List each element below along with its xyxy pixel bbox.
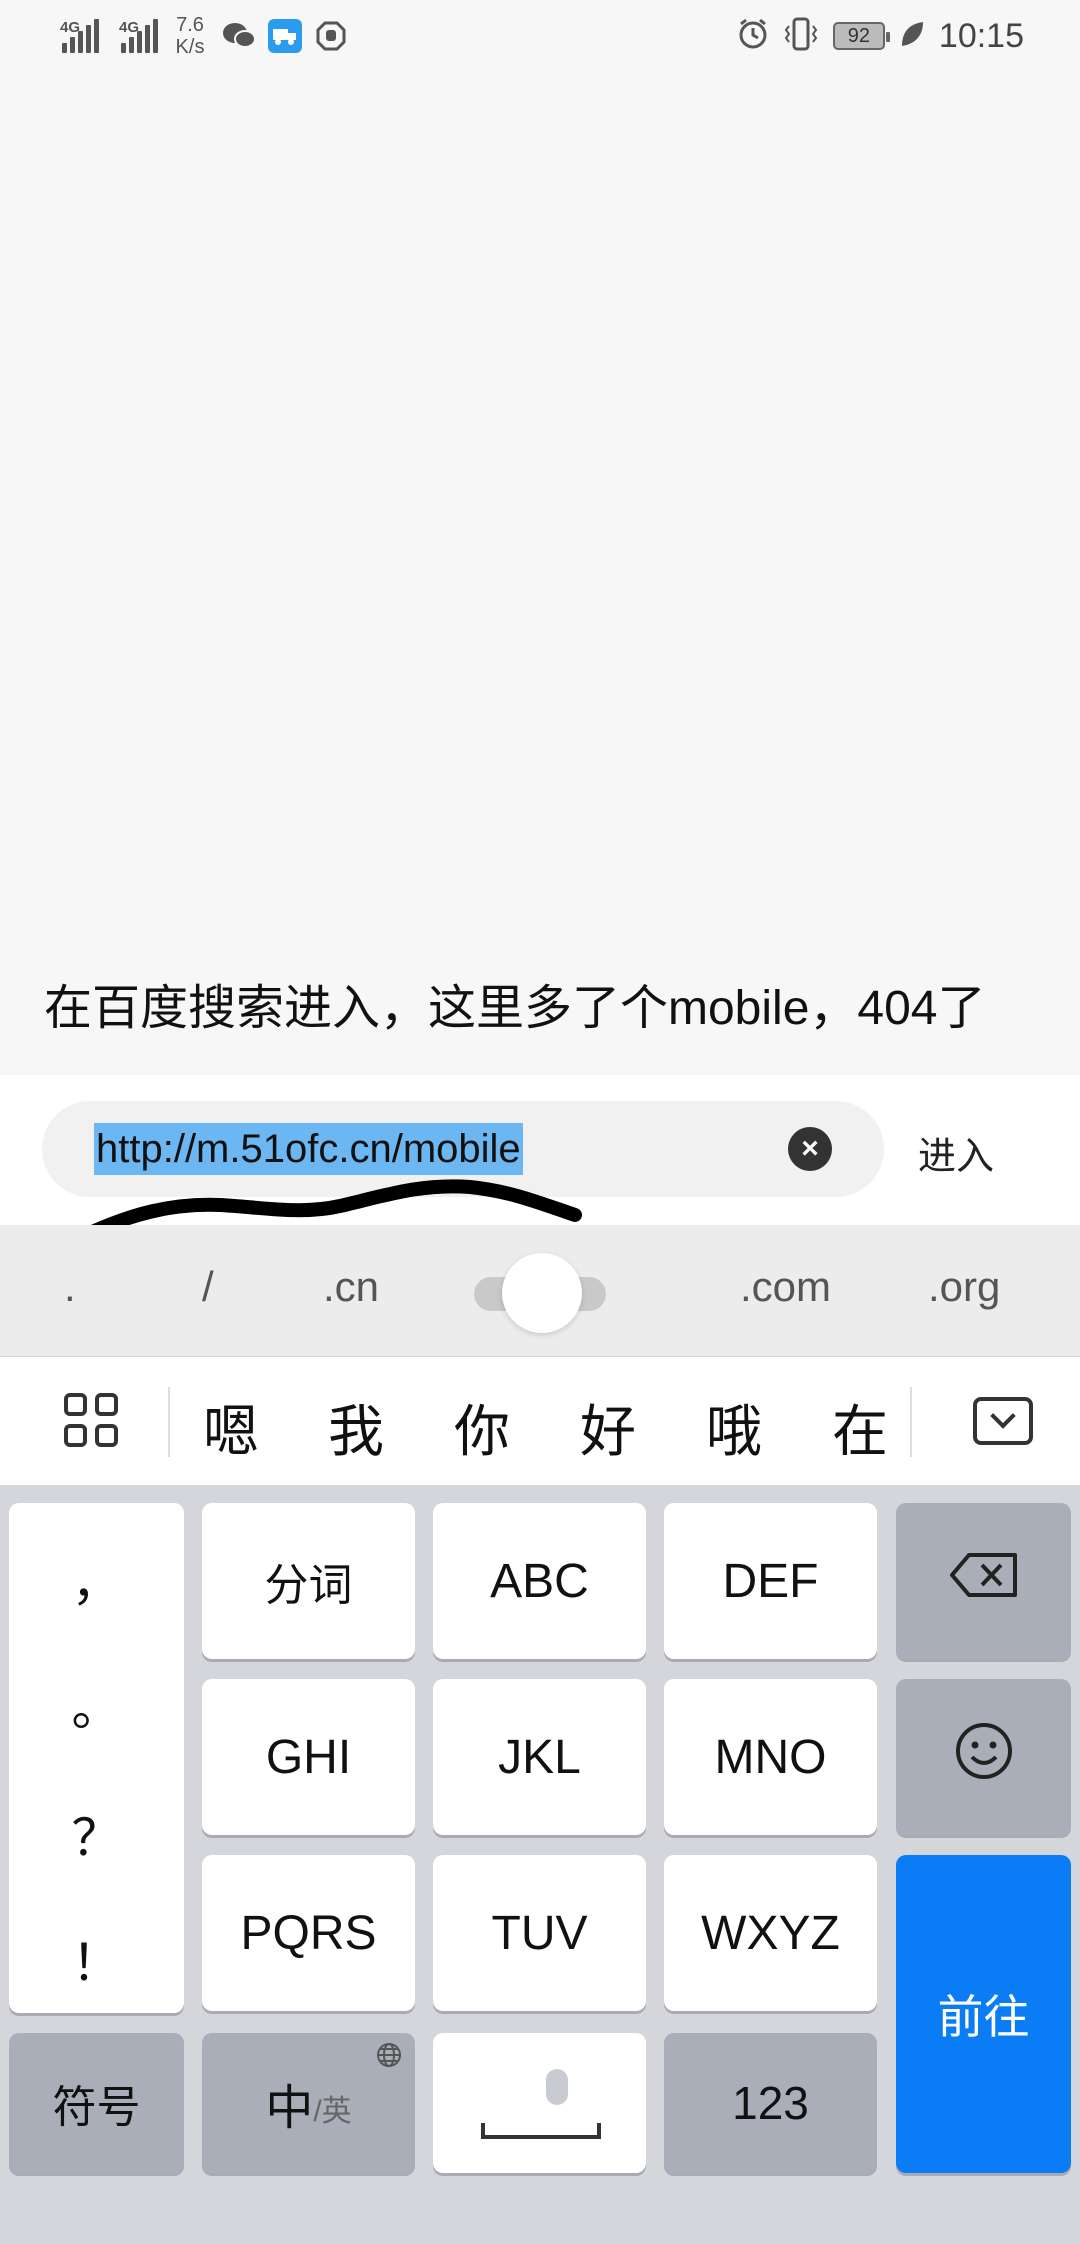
vibrate-icon bbox=[783, 17, 819, 56]
quick-key-com[interactable]: .com bbox=[740, 1263, 831, 1311]
wechat-icon bbox=[222, 19, 256, 53]
network-type-2: 4G bbox=[119, 19, 140, 36]
lang-zh: 中 bbox=[265, 2082, 314, 2135]
punct-exclaim[interactable]: ！ bbox=[9, 1923, 184, 1995]
punct-period[interactable]: 。 bbox=[9, 1668, 184, 1740]
divider bbox=[168, 1387, 170, 1457]
space-icon bbox=[481, 2123, 601, 2139]
quick-key-dot[interactable]: . bbox=[64, 1263, 76, 1311]
quick-key-cn[interactable]: .cn bbox=[323, 1263, 379, 1311]
backspace-key[interactable] bbox=[896, 1503, 1071, 1659]
url-text-selected[interactable]: http://m.51ofc.cn/mobile bbox=[94, 1123, 523, 1175]
signal-strength-icon-2: 4G bbox=[119, 19, 158, 53]
keyboard: ， 。 ？ ！ 分词 ABC DEF GHI JKL MNO PQRS TUV … bbox=[0, 1485, 1080, 2244]
battery-icon: 92 bbox=[832, 22, 890, 50]
candidate-word[interactable]: 哦 bbox=[706, 1387, 762, 1468]
key-jkl[interactable]: JKL bbox=[433, 1679, 646, 1835]
microphone-icon bbox=[546, 2069, 568, 2105]
clock: 10:15 bbox=[938, 16, 1024, 55]
key-ghi[interactable]: GHI bbox=[202, 1679, 415, 1835]
candidate-word[interactable]: 我 bbox=[328, 1387, 384, 1468]
quick-key-slash[interactable]: / bbox=[202, 1263, 214, 1311]
punct-question[interactable]: ？ bbox=[9, 1798, 184, 1870]
alarm-icon bbox=[737, 18, 769, 55]
key-mno[interactable]: MNO bbox=[664, 1679, 877, 1835]
symbols-key[interactable]: 符号 bbox=[9, 2033, 184, 2173]
divider bbox=[910, 1387, 912, 1457]
clear-icon[interactable]: × bbox=[788, 1127, 832, 1171]
globe-icon bbox=[375, 2041, 403, 2076]
network-speed: 7.6 K/s bbox=[170, 14, 210, 58]
status-bar: 4G 4G 7.6 K/s 92 10:15 bbox=[0, 0, 1080, 72]
candidate-bar: 嗯 我 你 好 哦 在 bbox=[0, 1357, 1080, 1485]
url-bar: http://m.51ofc.cn/mobile × 进入 bbox=[0, 1075, 1080, 1225]
numbers-key[interactable]: 123 bbox=[664, 2033, 877, 2173]
enter-button[interactable]: 进入 bbox=[918, 1125, 994, 1180]
candidate-word[interactable]: 在 bbox=[832, 1387, 888, 1468]
space-key[interactable] bbox=[433, 2033, 646, 2173]
punctuation-column[interactable]: ， 。 ？ ！ bbox=[9, 1503, 184, 2013]
url-input[interactable]: http://m.51ofc.cn/mobile × bbox=[42, 1101, 884, 1197]
cursor-slider-knob[interactable] bbox=[502, 1253, 582, 1333]
signal-strength-icon: 4G bbox=[60, 19, 99, 53]
smiley-icon bbox=[954, 1721, 1014, 1793]
language-switch-key[interactable]: 中/英 bbox=[202, 2033, 415, 2173]
emoji-key[interactable] bbox=[896, 1679, 1071, 1835]
backspace-icon bbox=[949, 1552, 1019, 1610]
collapse-keyboard-icon[interactable] bbox=[973, 1397, 1033, 1445]
key-abc[interactable]: ABC bbox=[433, 1503, 646, 1659]
cursor-slider[interactable] bbox=[474, 1253, 606, 1333]
network-speed-unit: K/s bbox=[175, 36, 205, 58]
hand-stop-icon bbox=[314, 19, 348, 53]
lang-en-sub: /英 bbox=[313, 2095, 352, 2128]
candidate-word[interactable]: 嗯 bbox=[203, 1387, 259, 1468]
network-type-1: 4G bbox=[60, 19, 81, 36]
network-speed-value: 7.6 bbox=[176, 14, 204, 36]
key-tuv[interactable]: TUV bbox=[433, 1855, 646, 2011]
quick-key-org[interactable]: .org bbox=[928, 1263, 1000, 1311]
key-fenci[interactable]: 分词 bbox=[202, 1503, 415, 1659]
key-pqrs[interactable]: PQRS bbox=[202, 1855, 415, 2011]
annotation-text: 在百度搜索进入，这里多了个mobile，404了 bbox=[44, 982, 986, 1035]
delivery-truck-icon bbox=[268, 19, 302, 53]
quick-input-row: . / .cn .com .org bbox=[0, 1225, 1080, 1357]
leaf-icon bbox=[899, 20, 925, 53]
candidate-word[interactable]: 好 bbox=[580, 1387, 636, 1468]
status-bar-left: 4G 4G 7.6 K/s bbox=[60, 14, 348, 58]
punct-comma[interactable]: ， bbox=[9, 1543, 184, 1615]
key-wxyz[interactable]: WXYZ bbox=[664, 1855, 877, 2011]
go-key[interactable]: 前往 bbox=[896, 1855, 1071, 2173]
status-bar-right: 92 10:15 bbox=[737, 14, 1024, 58]
key-def[interactable]: DEF bbox=[664, 1503, 877, 1659]
candidate-word[interactable]: 你 bbox=[454, 1387, 510, 1468]
menu-grid-icon[interactable] bbox=[64, 1393, 118, 1447]
